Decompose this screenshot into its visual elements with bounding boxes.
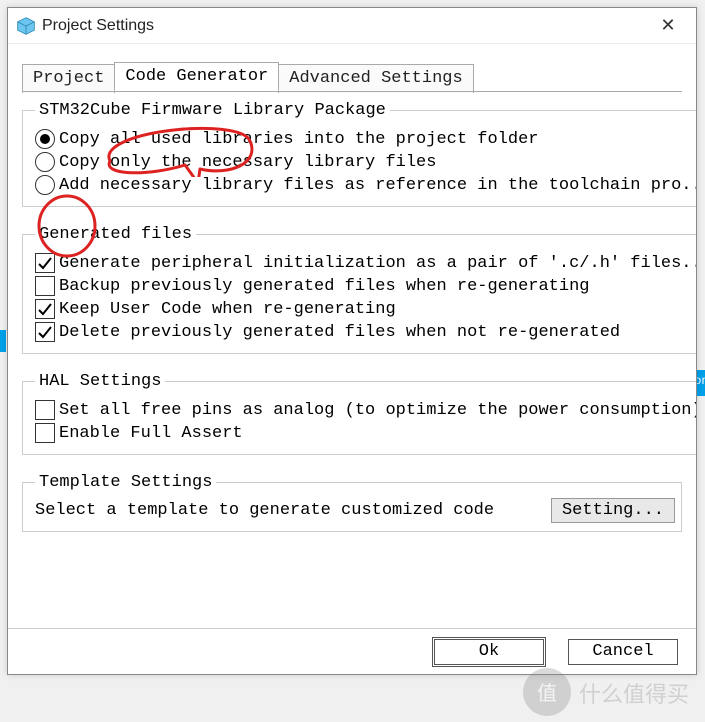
- option-label: Copy only the necessary library files: [59, 153, 436, 172]
- svg-text:什么值得买: 什么值得买: [579, 682, 689, 707]
- radio-icon[interactable]: [35, 152, 55, 172]
- close-button[interactable]: ✕: [648, 12, 688, 40]
- hal-legend: HAL Settings: [35, 372, 165, 391]
- tab-content: STM32Cube Firmware Library Package Copy …: [8, 91, 696, 628]
- titlebar: Project Settings ✕: [8, 8, 696, 44]
- option-label: Add necessary library files as reference…: [59, 176, 696, 195]
- checkbox-icon[interactable]: [35, 423, 55, 443]
- checkbox-icon[interactable]: [35, 253, 55, 273]
- radio-icon[interactable]: [35, 175, 55, 195]
- template-settings-group: Template Settings Select a template to g…: [22, 473, 682, 532]
- option-label: Generate peripheral initialization as a …: [59, 254, 696, 273]
- tab-bar: Project Code Generator Advanced Settings: [8, 44, 696, 91]
- ok-button[interactable]: Ok: [434, 639, 544, 665]
- option-label: Delete previously generated files when n…: [59, 323, 620, 342]
- checkbox-icon[interactable]: [35, 299, 55, 319]
- option-label: Enable Full Assert: [59, 424, 243, 443]
- hal-settings-group: HAL Settings Set all free pins as analog…: [22, 372, 696, 455]
- bg-accent-left: [0, 330, 6, 352]
- svg-text:值: 值: [537, 682, 557, 705]
- option-label: Set all free pins as analog (to optimize…: [59, 401, 696, 420]
- cube-icon: [16, 16, 36, 36]
- checkbox-icon[interactable]: [35, 276, 55, 296]
- option-label: Keep User Code when re-generating: [59, 300, 396, 319]
- tab-code-generator[interactable]: Code Generator: [114, 62, 279, 91]
- hal-option-0[interactable]: Set all free pins as analog (to optimize…: [35, 400, 696, 420]
- window-title: Project Settings: [42, 17, 648, 35]
- generated-option-0[interactable]: Generate peripheral initialization as a …: [35, 253, 696, 273]
- option-label: Copy all used libraries into the project…: [59, 130, 538, 149]
- template-legend: Template Settings: [35, 473, 216, 492]
- hal-option-1[interactable]: Enable Full Assert: [35, 423, 696, 443]
- checkbox-icon[interactable]: [35, 322, 55, 342]
- tab-project[interactable]: Project: [22, 64, 115, 93]
- tab-underline: [22, 91, 682, 92]
- generated-option-3[interactable]: Delete previously generated files when n…: [35, 322, 696, 342]
- project-settings-dialog: Project Settings ✕ Project Code Generato…: [7, 7, 697, 675]
- cancel-button[interactable]: Cancel: [568, 639, 678, 665]
- generated-option-1[interactable]: Backup previously generated files when r…: [35, 276, 696, 296]
- generated-option-2[interactable]: Keep User Code when re-generating: [35, 299, 696, 319]
- firmware-group: STM32Cube Firmware Library Package Copy …: [22, 101, 696, 207]
- tab-advanced-settings[interactable]: Advanced Settings: [278, 64, 473, 93]
- firmware-legend: STM32Cube Firmware Library Package: [35, 101, 390, 120]
- option-label: Backup previously generated files when r…: [59, 277, 590, 296]
- generated-legend: Generated files: [35, 225, 196, 244]
- firmware-option-2[interactable]: Add necessary library files as reference…: [35, 175, 696, 195]
- watermark-icon: 值 什么值得买: [517, 662, 697, 722]
- radio-icon[interactable]: [35, 129, 55, 149]
- template-setting-button[interactable]: Setting...: [551, 498, 675, 523]
- template-text: Select a template to generate customized…: [35, 501, 551, 520]
- checkbox-icon[interactable]: [35, 400, 55, 420]
- generated-files-group: Generated files Generate peripheral init…: [22, 225, 696, 354]
- firmware-option-0[interactable]: Copy all used libraries into the project…: [35, 129, 696, 149]
- firmware-option-1[interactable]: Copy only the necessary library files: [35, 152, 696, 172]
